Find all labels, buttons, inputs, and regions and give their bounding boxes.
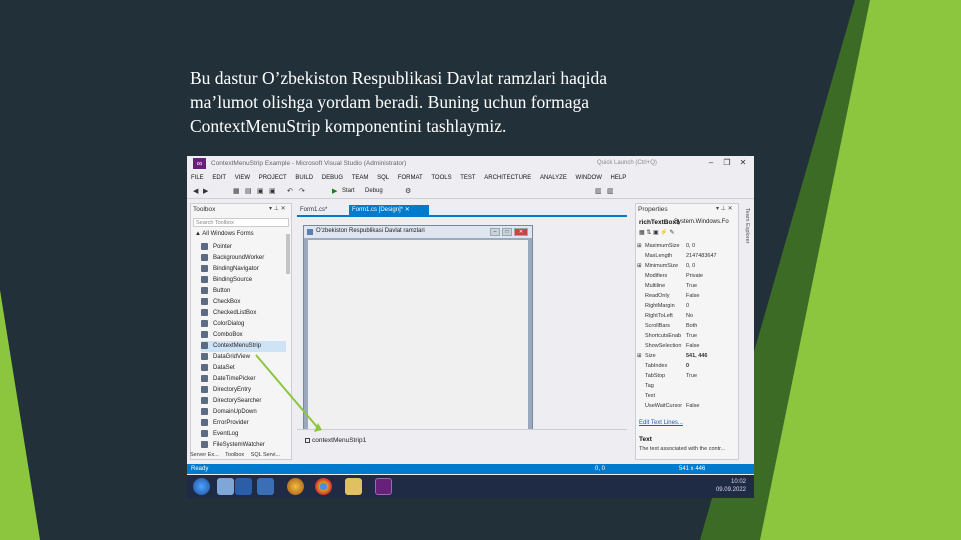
arrow-line — [255, 354, 319, 429]
slide: Bu dastur O’zbekiston Respublikasi Davla… — [0, 0, 961, 540]
annotation-overlay — [255, 354, 322, 432]
